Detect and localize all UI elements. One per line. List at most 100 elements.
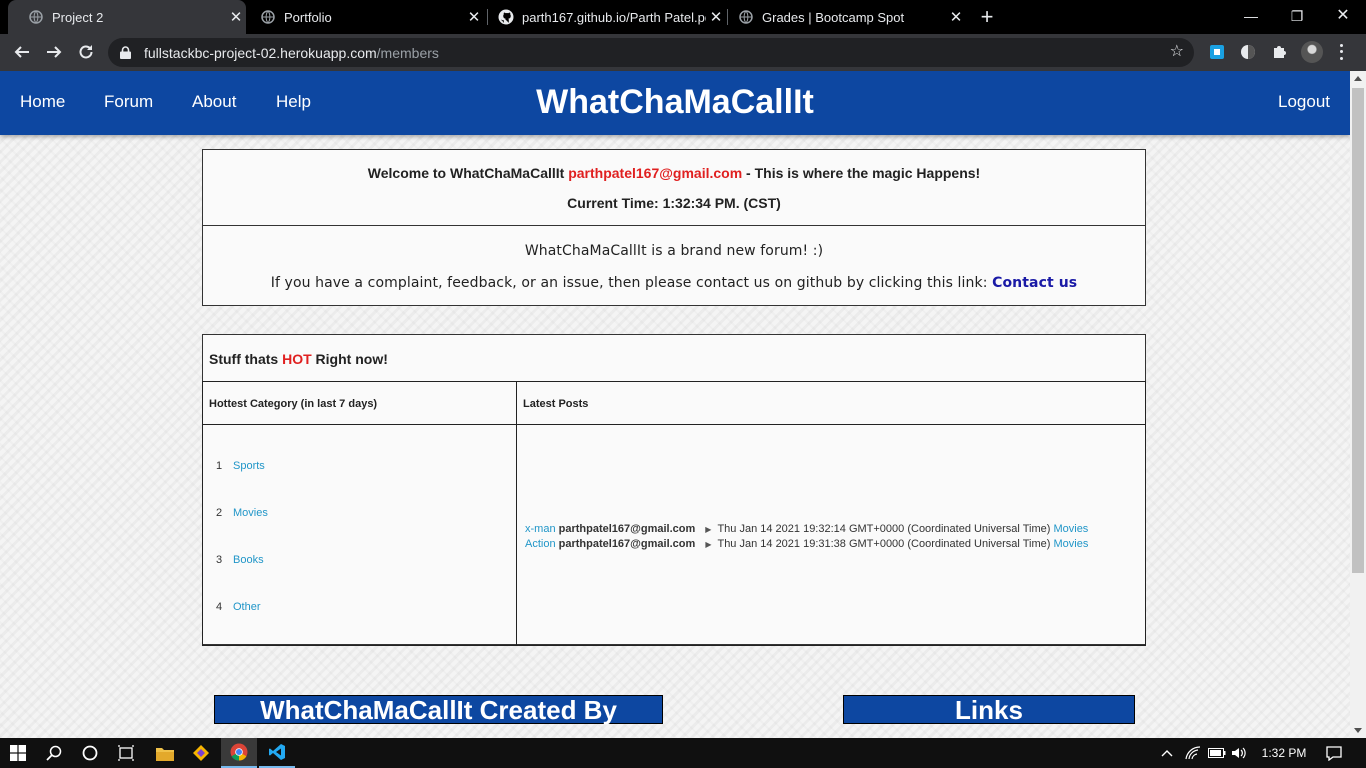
tab-title: Project 2 [52, 9, 104, 25]
tab-github-pdf[interactable]: parth167.github.io/Parth Patel.pd ✕ [488, 0, 726, 34]
page-viewport: Home Forum About Help WhatChaMaCallIt Lo… [0, 71, 1350, 738]
chrome-taskbar-icon[interactable] [221, 738, 257, 768]
post-title-link[interactable]: x-man [525, 523, 556, 535]
post-date: Thu Jan 14 2021 19:32:14 GMT+0000 (Coord… [717, 523, 1051, 535]
url-path: /members [376, 44, 439, 61]
git-app-icon[interactable] [183, 738, 219, 768]
reload-icon[interactable] [74, 40, 98, 64]
category-link-books[interactable]: Books [233, 554, 264, 566]
back-icon[interactable] [10, 40, 34, 64]
close-tab-icon[interactable]: ✕ [946, 8, 966, 26]
hot-suffix: Right now! [311, 351, 388, 367]
welcome-message: Welcome to WhatChaMaCallIt parthpatel167… [203, 165, 1145, 181]
volume-icon[interactable] [1229, 738, 1249, 768]
category-rank: 1 [216, 460, 223, 472]
hot-word: HOT [282, 351, 312, 367]
tray-chevron-icon[interactable] [1158, 738, 1176, 768]
post-row: x-man parthpatel167@gmail.com ▶ Thu Jan 14… [525, 523, 1088, 535]
notifications-icon[interactable] [1322, 738, 1346, 768]
feedback-text: If you have a complaint, feedback, or an… [270, 275, 993, 291]
tab-title: Portfolio [284, 9, 332, 25]
post-category-link[interactable]: Movies [1053, 523, 1088, 535]
restore-icon[interactable]: ❐ [1274, 0, 1320, 34]
github-icon [498, 9, 514, 25]
feedback-message: If you have a complaint, feedback, or an… [203, 275, 1145, 291]
extension-circle-icon[interactable] [1239, 43, 1257, 61]
triangle-right-icon: ▶ [705, 525, 712, 534]
post-author: parthpatel167@gmail.com [558, 523, 696, 535]
windows-taskbar: 1:32 PM [0, 738, 1366, 768]
category-link-movies[interactable]: Movies [233, 507, 268, 519]
wifi-icon[interactable] [1183, 738, 1203, 768]
scroll-down-arrow-icon[interactable] [1354, 728, 1362, 733]
close-tab-icon[interactable]: ✕ [706, 8, 726, 26]
scrollbar-thumb[interactable] [1352, 88, 1364, 573]
hot-stuff-panel: Stuff thats HOT Right now! Hottest Categ… [202, 334, 1146, 646]
globe-icon [260, 9, 276, 25]
tab-title: parth167.github.io/Parth Patel.pd [522, 9, 706, 25]
bookmark-star-icon[interactable]: ☆ [1170, 44, 1184, 60]
hottest-category-header: Hottest Category (in last 7 days) [203, 382, 517, 425]
file-explorer-icon[interactable] [147, 738, 183, 768]
url-host: fullstackbc-project-02.herokuapp.com [144, 44, 377, 61]
category-item: 3 Books [216, 554, 264, 566]
windows-start-icon[interactable] [0, 738, 36, 768]
footer-links-heading: Links [843, 695, 1135, 724]
close-tab-icon[interactable]: ✕ [464, 8, 484, 26]
category-rank: 4 [216, 601, 223, 613]
search-icon[interactable] [36, 738, 72, 768]
extension-icon[interactable] [1208, 43, 1226, 61]
post-category-link[interactable]: Movies [1053, 538, 1088, 550]
post-author: parthpatel167@gmail.com [558, 538, 696, 550]
footer-created-by-heading: WhatChaMaCallIt Created By [214, 695, 663, 724]
task-view-icon[interactable] [108, 738, 144, 768]
category-link-sports[interactable]: Sports [233, 460, 265, 472]
user-email: parthpatel167@gmail.com [568, 165, 743, 181]
tab-project-2[interactable]: Project 2 ✕ [8, 0, 246, 34]
puzzle-icon[interactable] [1270, 43, 1288, 61]
tab-portfolio[interactable]: Portfolio ✕ [246, 0, 484, 34]
menu-icon[interactable] [1335, 42, 1347, 62]
minimize-icon[interactable]: — [1228, 0, 1274, 34]
nav-logout-link[interactable]: Logout [1278, 92, 1330, 112]
tab-strip: Project 2 ✕ Portfolio ✕ parth167.github.… [0, 0, 1366, 34]
browser-toolbar: fullstackbc-project-02.herokuapp.com/mem… [0, 34, 1366, 71]
globe-icon [28, 9, 44, 25]
site-brand-title[interactable]: WhatChaMaCallIt [0, 83, 1350, 122]
post-title-link[interactable]: Action [525, 538, 556, 550]
lock-icon[interactable] [120, 46, 132, 60]
profile-avatar[interactable] [1301, 41, 1323, 63]
system-clock[interactable]: 1:32 PM [1254, 738, 1314, 768]
post-row: Action parthpatel167@gmail.com ▶ Thu Jan 1… [525, 538, 1088, 550]
new-tab-icon[interactable]: + [976, 6, 998, 28]
close-window-icon[interactable]: ✕ [1320, 0, 1366, 34]
battery-icon[interactable] [1206, 738, 1228, 768]
forum-intro: WhatChaMaCallIt is a brand new forum! :) [524, 243, 824, 259]
vscode-icon[interactable] [259, 738, 295, 768]
contact-us-link[interactable]: Contact us [992, 275, 1077, 291]
tab-title: Grades | Bootcamp Spot [762, 9, 905, 25]
post-date: Thu Jan 14 2021 19:31:38 GMT+0000 (Coord… [717, 538, 1051, 550]
tab-bootcamp-grades[interactable]: Grades | Bootcamp Spot ✕ [728, 0, 966, 34]
hot-table: Hottest Category (in last 7 days) Latest… [202, 381, 1146, 646]
welcome-panel: Welcome to WhatChaMaCallIt parthpatel167… [202, 149, 1146, 226]
info-panel: WhatChaMaCallIt is a brand new forum! :)… [202, 225, 1146, 306]
category-rank: 2 [216, 507, 223, 519]
cortana-icon[interactable] [72, 738, 108, 768]
hot-prefix: Stuff thats [209, 351, 283, 367]
scroll-up-arrow-icon[interactable] [1354, 76, 1362, 81]
hot-stuff-heading: Stuff thats HOT Right now! [209, 351, 388, 367]
category-item: 2 Movies [216, 507, 268, 519]
category-item: 1 Sports [216, 460, 265, 472]
globe-icon [738, 9, 754, 25]
close-tab-icon[interactable]: ✕ [226, 8, 246, 26]
page-scrollbar[interactable] [1350, 71, 1366, 738]
triangle-right-icon: ▶ [705, 540, 712, 549]
category-item: 4 Other [216, 601, 261, 613]
current-time: Current Time: 1:32:34 PM. (CST) [567, 195, 781, 211]
url-text: fullstackbc-project-02.herokuapp.com/mem… [144, 45, 439, 61]
welcome-suffix: - This is where the magic Happens! [742, 165, 981, 181]
address-bar[interactable]: fullstackbc-project-02.herokuapp.com/mem… [108, 38, 1194, 67]
forward-icon[interactable] [42, 40, 66, 64]
category-link-other[interactable]: Other [233, 601, 261, 613]
